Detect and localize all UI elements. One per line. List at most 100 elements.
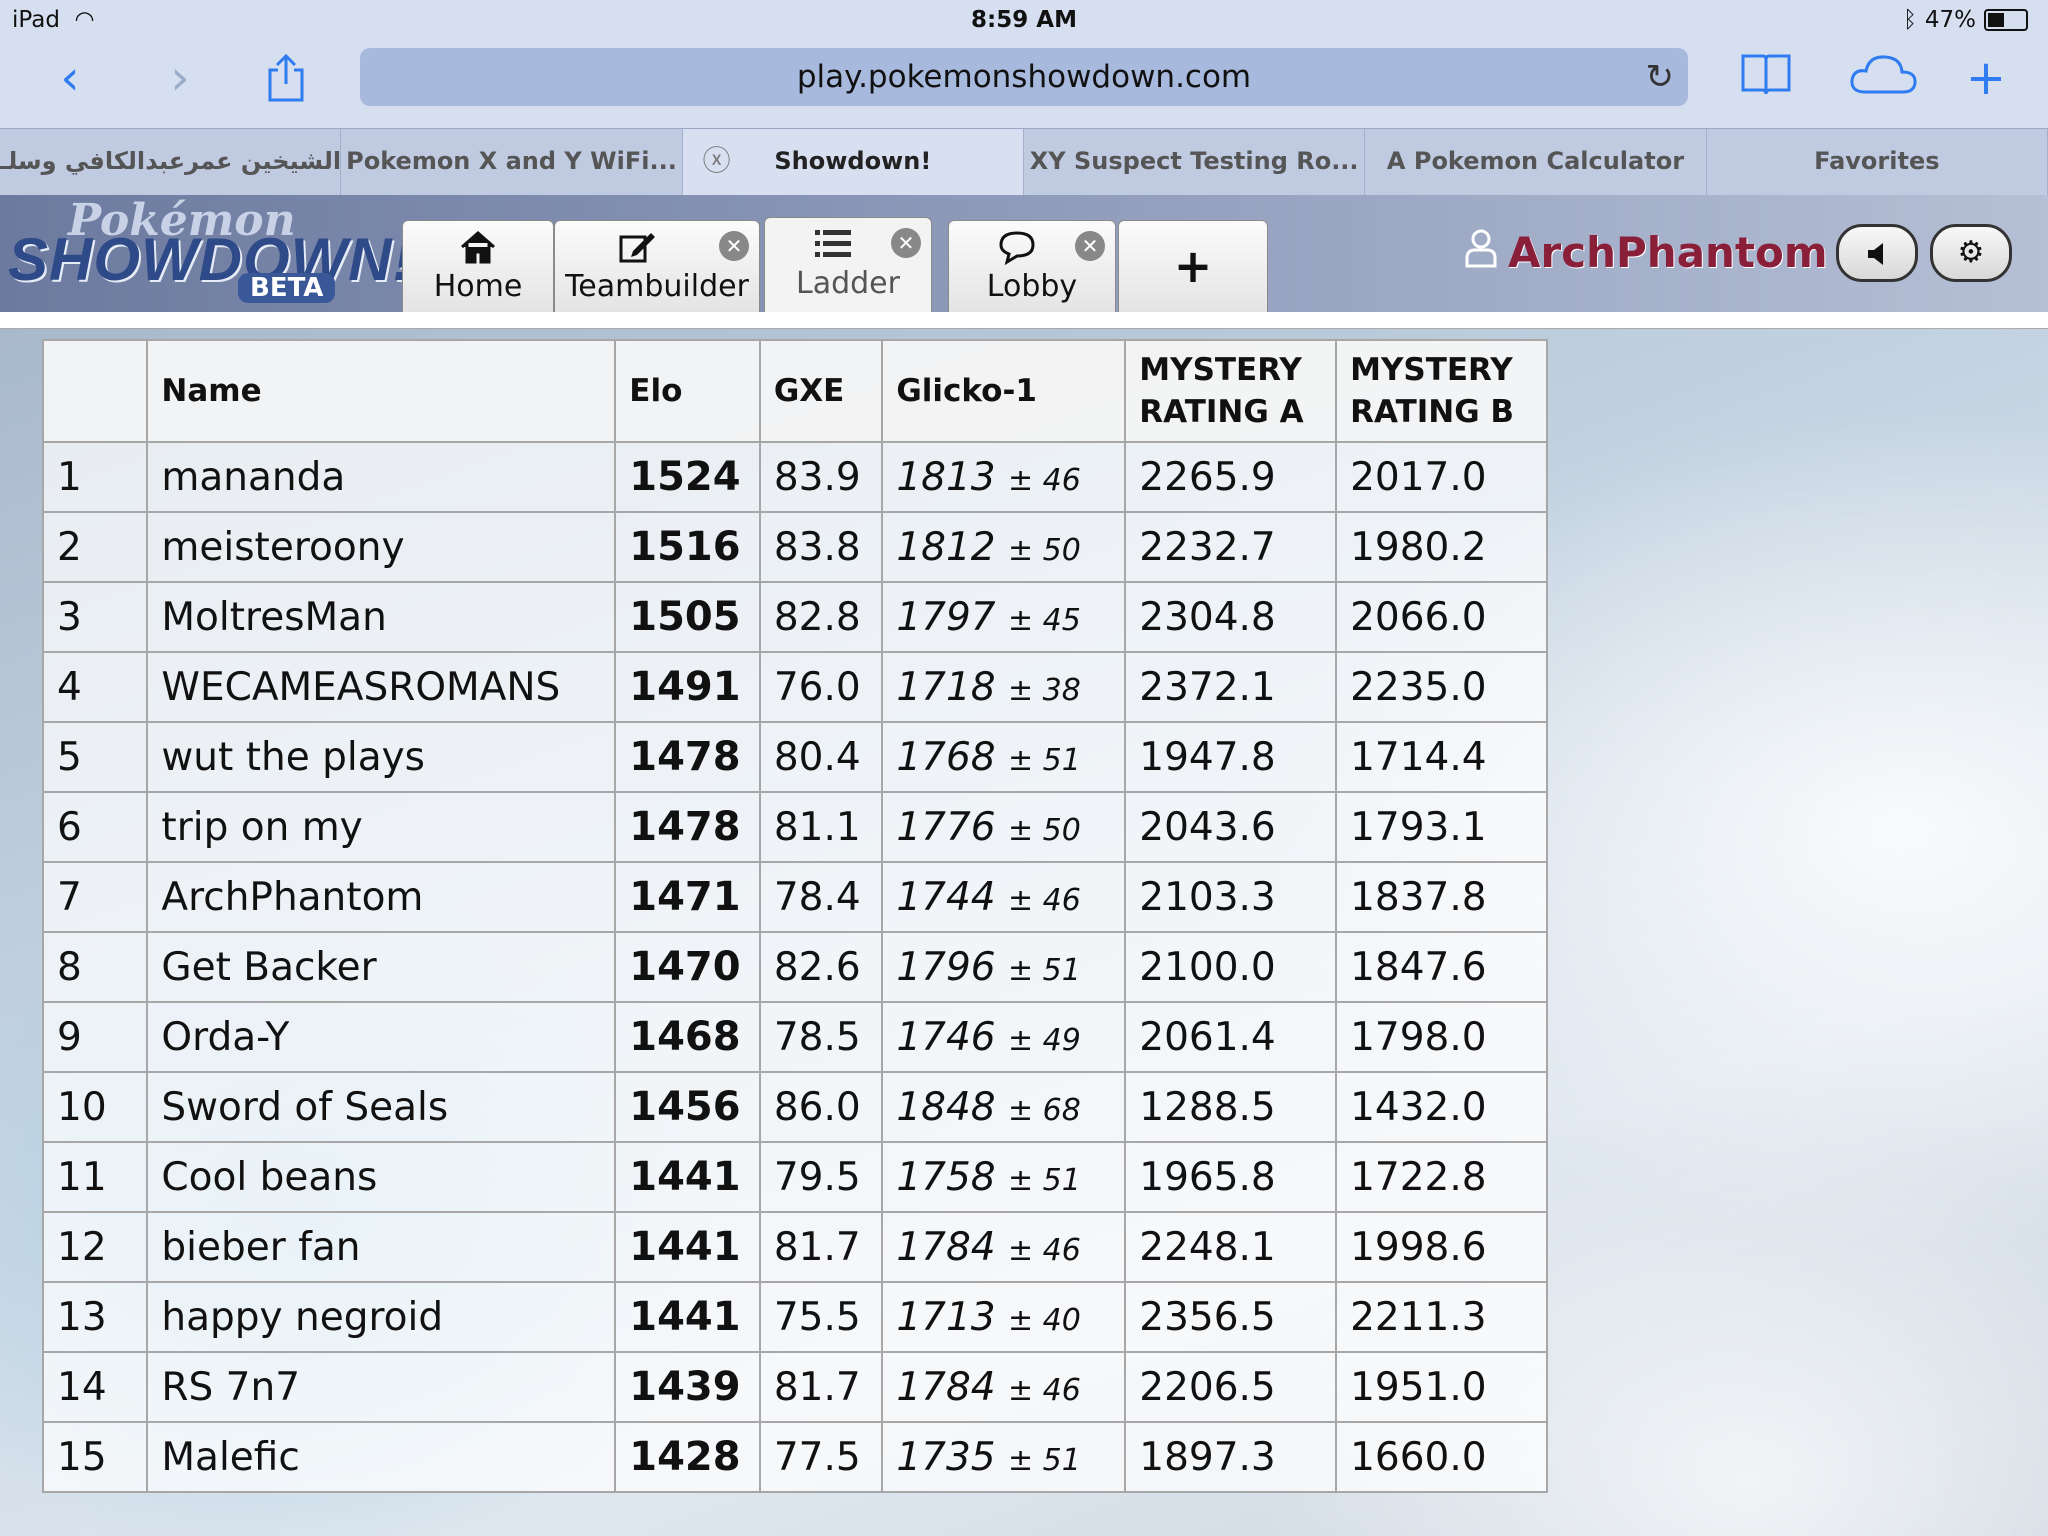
gear-icon: ⚙ xyxy=(1957,235,1985,270)
glicko-deviation: ± 50 xyxy=(1007,532,1081,568)
close-tab-icon[interactable]: ✕ xyxy=(1075,231,1105,261)
glicko-value: 1784 xyxy=(896,1224,996,1270)
mystery-a-cell: 2265.9 xyxy=(1124,441,1338,513)
elo-cell: 1478 xyxy=(614,721,761,793)
reload-icon[interactable]: ↻ xyxy=(1646,48,1675,106)
mystery-b-cell: 2211.3 xyxy=(1335,1281,1548,1353)
close-tab-icon[interactable]: ⓧ xyxy=(703,129,731,193)
glicko-value: 1735 xyxy=(896,1434,996,1480)
sound-button[interactable] xyxy=(1836,224,1918,282)
browser-tab[interactable]: A Pokemon Calculator xyxy=(1365,129,1707,195)
user-icon xyxy=(1464,228,1498,277)
elo-cell: 1468 xyxy=(614,1001,761,1073)
gxe-cell: 82.8 xyxy=(758,581,884,653)
player-name-cell[interactable]: ArchPhantom xyxy=(146,861,617,933)
player-name-cell[interactable]: bieber fan xyxy=(146,1211,617,1283)
new-tab-icon[interactable]: + xyxy=(1956,52,2016,104)
player-name-cell[interactable]: WECAMEASROMANS xyxy=(146,651,617,723)
player-name-cell[interactable]: Cool beans xyxy=(146,1141,617,1213)
tab-teambuilder-label: Teambuilder xyxy=(565,269,749,304)
player-name-cell[interactable]: happy negroid xyxy=(146,1281,617,1353)
rank-cell: 3 xyxy=(41,581,149,653)
mystery-b-cell: 1980.2 xyxy=(1335,511,1548,583)
table-row: 11 Cool beans 1441 79.5 1758 ± 51 1965.8 1722.… xyxy=(41,1141,1548,1213)
tab-lobby[interactable]: Lobby ✕ xyxy=(948,220,1116,316)
browser-tab[interactable]: XY Suspect Testing Ro... xyxy=(1024,129,1366,195)
browser-tab[interactable]: الشيخين عمرعبدالكافي وسلـ... xyxy=(0,129,342,195)
url-bar[interactable]: play.pokemonshowdown.com ↻ xyxy=(360,48,1688,106)
close-tab-icon[interactable]: ✕ xyxy=(719,231,749,261)
browser-tab[interactable]: Pokemon X and Y WiFi... xyxy=(341,129,683,195)
bluetooth-icon: ᛒ xyxy=(1903,7,1917,33)
speaker-icon xyxy=(1865,235,1889,270)
header-mystery-b: MYSTERY RATING B xyxy=(1335,339,1548,443)
share-icon[interactable] xyxy=(256,52,316,104)
header-elo: Elo xyxy=(614,339,761,443)
rank-cell: 15 xyxy=(41,1421,149,1493)
elo-cell: 1491 xyxy=(614,651,761,723)
header-mystery-b-line2: RATING B xyxy=(1350,394,1515,430)
browser-tab-active[interactable]: ⓧ Showdown! xyxy=(682,129,1024,195)
back-icon[interactable]: ‹ xyxy=(40,52,100,104)
table-row: 5 wut the plays 1478 80.4 1768 ± 51 1947.8 171… xyxy=(41,721,1548,793)
glicko-deviation: ± 38 xyxy=(1007,672,1081,708)
glicko-cell: 1768 ± 51 xyxy=(881,721,1127,793)
player-name-cell[interactable]: Orda-Y xyxy=(146,1001,617,1073)
header-name: Name xyxy=(146,339,617,443)
new-room-button[interactable]: + xyxy=(1118,220,1268,316)
status-right: ᛒ 47% xyxy=(1903,7,2028,33)
browser-tab-label: Pokemon X and Y WiFi... xyxy=(346,147,677,175)
rank-cell: 2 xyxy=(41,511,149,583)
mystery-b-cell: 2017.0 xyxy=(1335,441,1548,513)
glicko-value: 1812 xyxy=(896,524,996,570)
rank-cell: 12 xyxy=(41,1211,149,1283)
rank-cell: 6 xyxy=(41,791,149,863)
glicko-deviation: ± 45 xyxy=(1007,602,1081,638)
header-rank xyxy=(41,339,149,443)
player-name-cell[interactable]: mananda xyxy=(146,441,617,513)
player-name-cell[interactable]: wut the plays xyxy=(146,721,617,793)
edit-icon xyxy=(555,229,719,269)
glicko-cell: 1796 ± 51 xyxy=(881,931,1127,1003)
browser-tab-label: XY Suspect Testing Ro... xyxy=(1029,147,1359,175)
showdown-logo[interactable]: Pokémon SHOWDOWN! BETA xyxy=(8,195,413,315)
glicko-deviation: ± 46 xyxy=(1007,462,1081,498)
forward-icon[interactable]: › xyxy=(150,52,210,104)
tab-ladder[interactable]: Ladder ✕ xyxy=(764,217,932,316)
chat-bubble-icon xyxy=(949,229,1085,269)
browser-tab-label: Favorites xyxy=(1814,147,1940,175)
player-name-cell[interactable]: meisteroony xyxy=(146,511,617,583)
rank-cell: 11 xyxy=(41,1141,149,1213)
elo-cell: 1456 xyxy=(614,1071,761,1143)
player-name-cell[interactable]: RS 7n7 xyxy=(146,1351,617,1423)
glicko-cell: 1848 ± 68 xyxy=(881,1071,1127,1143)
table-row: 2 meisteroony 1516 83.8 1812 ± 50 2232.7 1980.… xyxy=(41,511,1548,583)
glicko-value: 1848 xyxy=(896,1084,996,1130)
player-name-cell[interactable]: trip on my xyxy=(146,791,617,863)
glicko-cell: 1746 ± 49 xyxy=(881,1001,1127,1073)
tab-teambuilder[interactable]: Teambuilder ✕ xyxy=(554,220,760,316)
user-info[interactable]: ArchPhantom xyxy=(1464,228,1828,277)
player-name-cell[interactable]: Get Backer xyxy=(146,931,617,1003)
mystery-a-cell: 1288.5 xyxy=(1124,1071,1338,1143)
browser-tab[interactable]: Favorites xyxy=(1707,129,2048,195)
settings-button[interactable]: ⚙ xyxy=(1930,224,2012,282)
close-tab-icon[interactable]: ✕ xyxy=(891,228,921,258)
gxe-cell: 83.9 xyxy=(758,441,884,513)
browser-tab-strip: الشيخين عمرعبدالكافي وسلـ... Pokemon X a… xyxy=(0,128,2048,196)
tab-ladder-label: Ladder xyxy=(796,266,900,301)
list-icon xyxy=(765,226,901,266)
logo-beta-text: BETA xyxy=(238,273,336,303)
elo-cell: 1441 xyxy=(614,1211,761,1283)
table-row: 13 happy negroid 1441 75.5 1713 ± 40 2356.5 22… xyxy=(41,1281,1548,1353)
glicko-value: 1796 xyxy=(896,944,996,990)
player-name-cell[interactable]: Sword of Seals xyxy=(146,1071,617,1143)
player-name-cell[interactable]: Malefic xyxy=(146,1421,617,1493)
ladder-body: 1 mananda 1524 83.9 1813 ± 46 2265.9 2017.0 2 me… xyxy=(41,441,1548,1493)
glicko-deviation: ± 51 xyxy=(1007,742,1081,778)
mystery-a-cell: 2372.1 xyxy=(1124,651,1338,723)
bookmarks-icon[interactable] xyxy=(1736,52,1796,104)
player-name-cell[interactable]: MoltresMan xyxy=(146,581,617,653)
tab-home[interactable]: Home xyxy=(402,220,554,316)
icloud-tabs-icon[interactable] xyxy=(1846,52,1922,104)
